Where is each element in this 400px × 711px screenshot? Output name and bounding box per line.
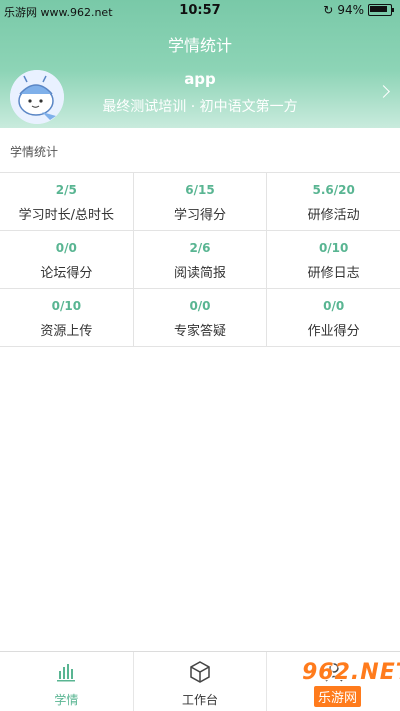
stats-row: 0/10 资源上传 0/0 专家答疑 0/0 作业得分 — [0, 289, 400, 347]
stat-cell-forum[interactable]: 0/0 论坛得分 — [0, 231, 134, 288]
stats-row: 2/5 学习时长/总时长 6/15 学习得分 5.6/20 研修活动 — [0, 173, 400, 231]
stat-label: 学习得分 — [174, 208, 227, 223]
section-title: 学情统计 — [10, 145, 59, 159]
stat-label: 专家答疑 — [174, 324, 227, 339]
stat-value: 5.6/20 — [312, 183, 355, 197]
profile-course[interactable]: 最终测试培训 · 初中语文第一方 — [0, 96, 400, 116]
stat-label: 研修日志 — [307, 266, 360, 281]
tab-label: 工作台 — [182, 693, 219, 707]
stat-cell-study-score[interactable]: 6/15 学习得分 — [134, 173, 268, 230]
stat-label: 研修活动 — [307, 208, 360, 223]
status-right: ↻ 94% — [323, 3, 394, 17]
cube-icon — [190, 661, 210, 683]
stats-grid: 2/5 学习时长/总时长 6/15 学习得分 5.6/20 研修活动 0/0 论… — [0, 172, 400, 347]
bar-chart-icon — [57, 664, 76, 682]
tab-label: 学情 — [54, 693, 79, 707]
stat-label: 学习时长/总时长 — [18, 208, 115, 223]
watermark-logo: 962.NET 乐游网 — [264, 656, 400, 707]
stat-value: 0/0 — [189, 299, 211, 313]
stat-label: 资源上传 — [40, 324, 93, 339]
stat-value: 0/0 — [323, 299, 345, 313]
orientation-lock-icon: ↻ — [323, 3, 334, 17]
page-title: 学情统计 — [167, 36, 232, 55]
stat-cell-study-time[interactable]: 2/5 学习时长/总时长 — [0, 173, 134, 230]
stat-cell-journal[interactable]: 0/10 研修日志 — [267, 231, 400, 288]
watermark-text: 962.NET — [302, 660, 400, 685]
stat-cell-expert-qa[interactable]: 0/0 专家答疑 — [134, 289, 268, 346]
stat-cell-resource-upload[interactable]: 0/10 资源上传 — [0, 289, 134, 346]
stats-row: 0/0 论坛得分 2/6 阅读简报 0/10 研修日志 — [0, 231, 400, 289]
stat-value: 0/10 — [51, 299, 82, 313]
watermark-subtext: 乐游网 — [314, 686, 362, 707]
stat-value: 2/6 — [189, 241, 211, 255]
stat-label: 作业得分 — [307, 324, 360, 339]
stat-label: 论坛得分 — [40, 266, 93, 281]
stat-cell-homework[interactable]: 0/0 作业得分 — [267, 289, 400, 346]
stat-value: 6/15 — [185, 183, 215, 197]
battery-percent: 94% — [337, 3, 364, 17]
stat-value: 0/10 — [318, 241, 349, 255]
stat-value: 2/5 — [55, 183, 77, 197]
tab-workbench[interactable]: 工作台 — [134, 652, 268, 711]
header: 乐游网 www.962.net 10:57 ↻ 94% 学情统计 app 最终测… — [0, 0, 400, 128]
tab-study[interactable]: 学情 — [0, 652, 134, 711]
stat-cell-briefing[interactable]: 2/6 阅读简报 — [134, 231, 268, 288]
battery-icon — [368, 4, 394, 16]
status-bar: 乐游网 www.962.net 10:57 ↻ 94% — [0, 0, 400, 22]
profile-name: app — [184, 70, 216, 88]
stat-cell-activity[interactable]: 5.6/20 研修活动 — [267, 173, 400, 230]
stat-label: 阅读简报 — [174, 266, 227, 281]
stat-value: 0/0 — [55, 241, 77, 255]
